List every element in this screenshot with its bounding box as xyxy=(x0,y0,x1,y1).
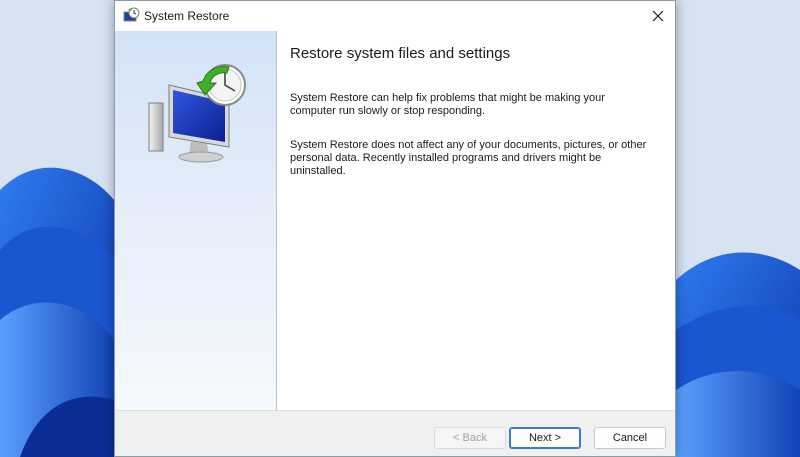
wizard-sidebar xyxy=(115,31,277,410)
cancel-button[interactable]: Cancel xyxy=(594,427,666,449)
description-paragraph-2: System Restore does not affect any of yo… xyxy=(290,139,647,177)
system-restore-icon xyxy=(123,7,140,22)
system-restore-window: System Restore Restore system files and … xyxy=(114,0,676,457)
system-restore-computer-icon xyxy=(148,64,246,163)
page-title: Restore system files and settings xyxy=(290,45,511,62)
window-title: System Restore xyxy=(144,9,230,23)
close-icon xyxy=(652,10,664,22)
wizard-content: Restore system files and settings System… xyxy=(277,31,675,410)
wizard-footer: < Back Next > Cancel xyxy=(115,410,675,456)
close-button[interactable] xyxy=(641,1,675,31)
next-button[interactable]: Next > xyxy=(509,427,581,449)
title-bar[interactable]: System Restore xyxy=(115,1,675,31)
back-button[interactable]: < Back xyxy=(434,427,506,449)
description-paragraph-1: System Restore can help fix problems tha… xyxy=(290,92,605,117)
